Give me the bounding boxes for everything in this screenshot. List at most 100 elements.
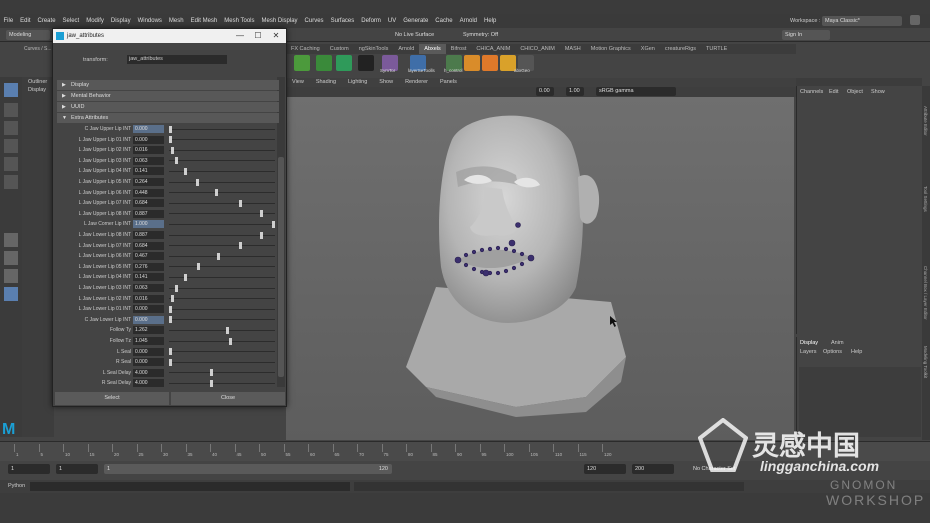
settings-gear-icon[interactable] [910,15,920,25]
range-bar[interactable]: 1 120 [104,464,392,474]
attribute-slider-handle[interactable] [175,284,179,292]
expand-right-icon[interactable]: ▶ [62,91,66,101]
shelf-tab-fx-caching[interactable]: FX Caching [286,44,325,54]
section-uuid[interactable]: ▶ UUID [57,102,279,112]
layout-outliner-icon[interactable] [4,287,18,301]
attribute-value-field[interactable]: 0.887 [133,231,164,239]
shelf-tab-creaturerigs[interactable]: creatureRigs [660,44,701,54]
attribute-slider-track[interactable] [169,223,275,225]
end-time-field[interactable]: 200 [632,464,674,474]
channel-object-menu[interactable]: Object [847,89,863,95]
sign-in-button[interactable]: Sign In [782,30,830,40]
attribute-slider-track[interactable] [169,329,275,331]
layout-two-icon[interactable] [4,269,18,283]
attribute-value-field[interactable]: 0.141 [133,167,164,176]
attribute-value-field[interactable]: 4.000 [133,379,164,388]
attribute-slider-track[interactable] [169,128,275,130]
menu-select[interactable]: Select [59,18,83,24]
attribute-value-field[interactable]: 0.264 [133,178,164,186]
menu-curves[interactable]: Curves [301,18,327,24]
attribute-slider-track[interactable] [169,192,275,194]
expand-right-icon[interactable]: ▶ [62,80,66,90]
attribute-slider-handle[interactable] [169,358,172,366]
layout-four-icon[interactable] [4,251,18,265]
color-space-select[interactable]: sRGB gamma [596,87,676,96]
shelf-tab-xgen[interactable]: XGen [636,44,660,54]
move-tool-icon[interactable] [4,139,18,153]
side-tab-1[interactable]: Tool Settings [923,186,928,212]
attribute-slider-handle[interactable] [175,157,179,165]
live-surface-field[interactable]: No Live Surface [392,30,442,40]
attribute-value-field[interactable]: 0.887 [133,209,164,218]
attribute-slider-track[interactable] [169,298,275,300]
attribute-slider-handle[interactable] [239,199,243,207]
attribute-slider-handle[interactable] [196,178,200,186]
menu-modify[interactable]: Modify [83,18,108,24]
attribute-slider-handle[interactable] [169,125,172,133]
attribute-slider-track[interactable] [169,340,275,342]
3d-viewport[interactable] [238,97,794,440]
attribute-slider-track[interactable] [169,234,275,236]
attribute-slider-handle[interactable] [169,136,172,144]
dialog-title-bar[interactable]: jaw_attributes — ☐ ✕ [53,29,286,43]
select-tool-icon[interactable] [4,83,18,97]
attribute-slider-handle[interactable] [183,167,187,175]
menu-cache[interactable]: Cache [432,18,456,24]
menu-edit-mesh[interactable]: Edit Mesh [187,18,221,24]
attribute-slider-track[interactable] [169,382,275,384]
layer-help-menu[interactable]: Help [851,349,862,355]
menu-edit[interactable]: Edit [17,18,34,24]
exposure-field[interactable]: 0.00 [536,87,554,96]
workspace-select[interactable]: Maya Classic* [822,16,902,26]
viewport-menu-renderer[interactable]: Renderer [399,78,434,87]
attribute-slider-handle[interactable] [239,242,243,250]
section-display[interactable]: ▶ Display [57,80,279,90]
attribute-value-field[interactable]: 1.045 [133,337,164,345]
attribute-value-field[interactable]: 0.000 [133,315,164,324]
curves-shelf-tab[interactable]: Curves / S... [24,46,52,52]
symmetry-select[interactable]: Symmetry: Off [460,30,506,40]
minimize-icon[interactable]: — [231,29,249,43]
viewport-menu-view[interactable]: View [286,78,310,87]
attribute-slider-track[interactable] [169,266,275,268]
transform-name-field[interactable]: jaw_attributes [127,55,227,64]
attribute-value-field[interactable]: 0.000 [133,125,164,133]
section-mental-behavior[interactable]: ▶ Mental Behavior [57,91,279,101]
attribute-slider-track[interactable] [169,245,275,247]
viewport-menu-panels[interactable]: Panels [434,78,463,87]
attribute-slider-track[interactable] [169,255,275,257]
menu-mesh-display[interactable]: Mesh Display [258,18,301,24]
playback-end-field[interactable]: 120 [584,464,626,474]
menu-windows[interactable]: Windows [134,18,165,24]
shelf-tab-turtle[interactable]: TURTLE [701,44,732,54]
attribute-slider-handle[interactable] [169,316,172,324]
expand-down-icon[interactable]: ▼ [62,113,67,123]
shelf-button-green-1[interactable] [294,55,310,71]
menu-generate[interactable]: Generate [400,18,432,24]
rotate-tool-icon[interactable] [4,157,18,171]
shelf-tab-arnold[interactable]: Arnold [393,44,419,54]
attribute-slider-track[interactable] [169,372,275,374]
channels-menu[interactable]: Channels [800,89,823,95]
attribute-slider-handle[interactable] [260,231,264,239]
playback-start-field[interactable]: 1 [56,464,98,474]
side-tab-2[interactable]: Channel Box / Layer Editor [923,266,928,320]
scale-tool-icon[interactable] [4,175,18,189]
paint-select-icon[interactable] [4,121,18,135]
start-time-field[interactable]: 1 [8,464,50,474]
attribute-slider-handle[interactable] [225,326,229,334]
menu-help[interactable]: Help [480,18,499,24]
expand-right-icon[interactable]: ▶ [62,102,66,112]
attribute-value-field[interactable]: 0.448 [133,188,164,197]
menu-display[interactable]: Display [107,18,134,24]
attribute-value-field[interactable]: 0.684 [133,241,164,250]
attribute-slider-track[interactable] [169,149,275,151]
shelf-button-green-3[interactable] [336,55,352,71]
attribute-value-field[interactable]: 4.000 [133,368,164,377]
attribute-slider-track[interactable] [169,181,275,183]
gamma-field[interactable]: 1.00 [566,87,584,96]
outliner-tab[interactable]: Outliner [28,79,47,85]
channel-show-menu[interactable]: Show [871,89,885,95]
python-label[interactable]: Python [8,483,25,489]
viewport-menu-show[interactable]: Show [373,78,399,87]
